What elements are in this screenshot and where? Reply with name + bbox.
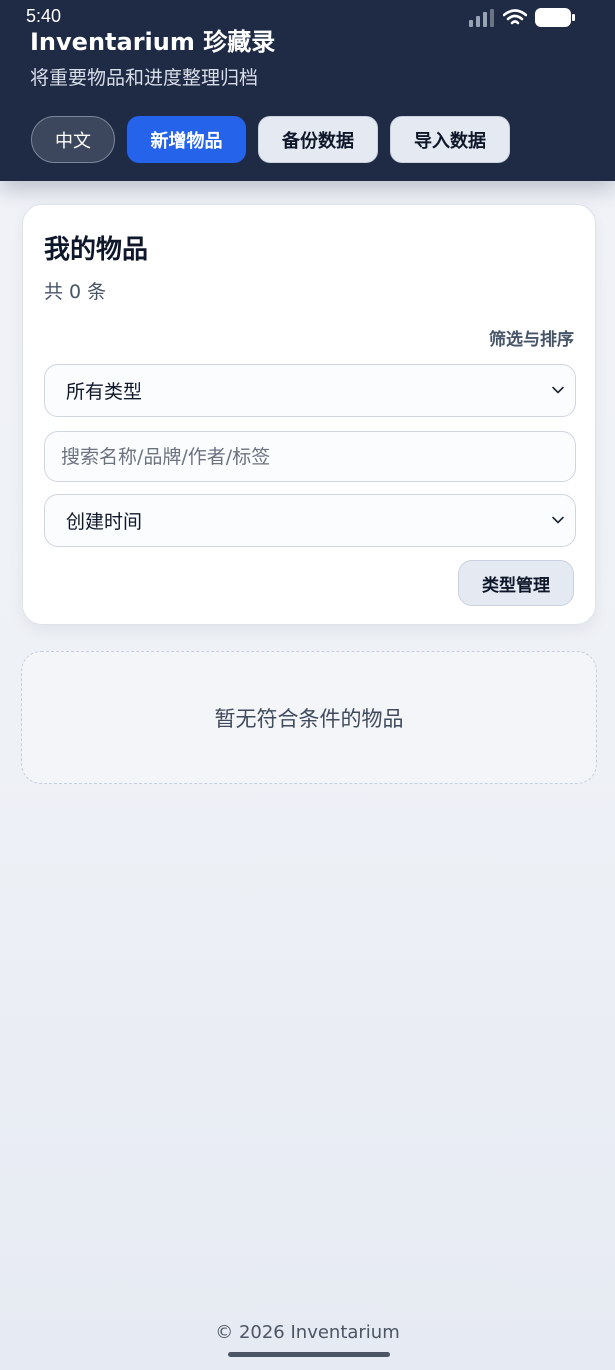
cellular-signal-icon — [469, 9, 494, 27]
my-items-card: 我的物品 共 0 条 筛选与排序 所有类型 创建时间 类型管理 — [22, 204, 596, 625]
empty-state-message: 暂无符合条件的物品 — [214, 706, 404, 731]
footer-copyright: © 2026 Inventarium — [215, 1322, 400, 1343]
status-icons — [469, 8, 575, 27]
sort-select[interactable]: 创建时间 — [44, 494, 576, 547]
header-actions: 中文 新增物品 备份数据 导入数据 — [31, 116, 510, 163]
type-select-value: 所有类型 — [66, 381, 143, 403]
chevron-down-icon — [552, 516, 564, 524]
card-title: 我的物品 — [44, 235, 149, 265]
wifi-icon — [503, 9, 527, 25]
filter-sort-label: 筛选与排序 — [489, 330, 574, 350]
app-title: Inventarium 珍藏录 — [30, 28, 276, 56]
chevron-down-icon — [552, 386, 564, 394]
search-input[interactable] — [44, 431, 576, 482]
type-select[interactable]: 所有类型 — [44, 364, 576, 417]
battery-icon — [535, 8, 575, 27]
empty-state: 暂无符合条件的物品 — [21, 651, 597, 784]
app-subtitle: 将重要物品和进度整理归档 — [30, 67, 259, 89]
home-indicator — [228, 1352, 390, 1357]
sort-select-value: 创建时间 — [66, 511, 143, 533]
add-item-button[interactable]: 新增物品 — [127, 116, 246, 163]
language-button[interactable]: 中文 — [31, 116, 115, 163]
backup-data-button[interactable]: 备份数据 — [258, 116, 378, 163]
import-data-button[interactable]: 导入数据 — [390, 116, 510, 163]
app-header: 5:40 Inventarium 珍藏录 将重要物品和进度整理归档 中文 新增物… — [0, 0, 615, 181]
item-count: 共 0 条 — [44, 281, 107, 303]
type-manage-button[interactable]: 类型管理 — [458, 560, 574, 606]
